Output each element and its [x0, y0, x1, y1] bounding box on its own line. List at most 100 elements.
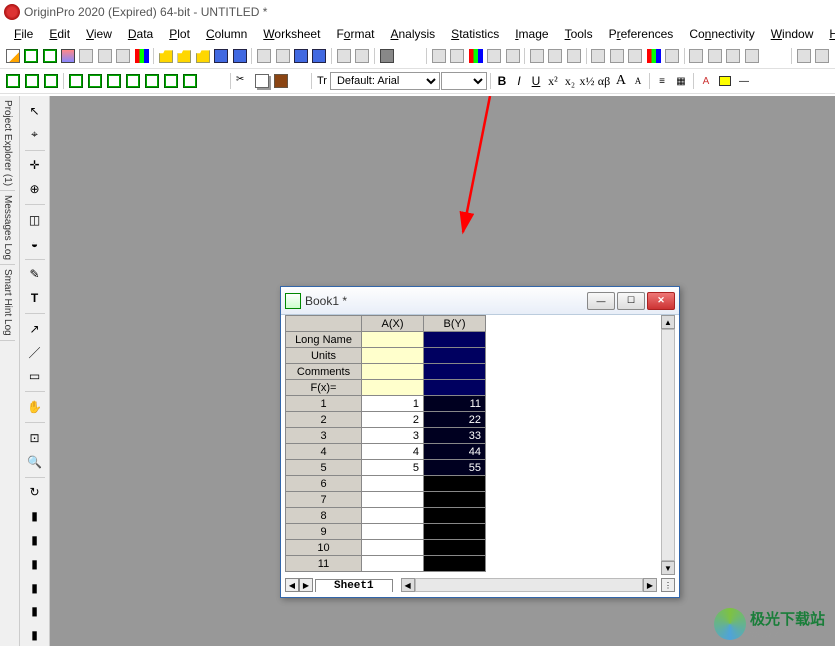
hscroll-left[interactable]: ◀ [401, 578, 415, 592]
print-button[interactable] [378, 47, 395, 65]
video-button[interactable] [504, 47, 521, 65]
suffix-btn-2[interactable] [814, 47, 831, 65]
sheet-tab[interactable]: Sheet1 [315, 579, 393, 592]
menu-tools[interactable]: Tools [557, 25, 601, 43]
misc-tool-1[interactable]: ▮ [24, 505, 46, 527]
row-head-9[interactable]: 9 [286, 524, 362, 540]
scroll-down-button[interactable]: ▼ [661, 561, 675, 575]
copy-button[interactable] [253, 72, 271, 90]
slide-button[interactable] [486, 47, 503, 65]
row-head-4[interactable]: 4 [286, 444, 362, 460]
window-button-1[interactable] [528, 47, 545, 65]
cell-b-2[interactable]: 22 [424, 412, 486, 428]
meta-a-3[interactable] [362, 380, 424, 396]
column-header-b[interactable]: B(Y) [424, 316, 486, 332]
sort-btn-4[interactable] [124, 72, 142, 90]
script-button[interactable] [608, 47, 625, 65]
cell-a-7[interactable] [362, 492, 424, 508]
cell-b-1[interactable]: 11 [424, 396, 486, 412]
rowcol-btn-1[interactable] [4, 72, 22, 90]
sort-asc-button[interactable] [67, 72, 85, 90]
rotate-tool[interactable]: ↻ [24, 482, 46, 504]
window-button-2[interactable] [547, 47, 564, 65]
horizontal-scrollbar[interactable]: ◀ ▶ [401, 578, 657, 592]
cell-a-1[interactable]: 1 [362, 396, 424, 412]
menu-connectivity[interactable]: Connectivity [681, 25, 762, 43]
menu-file[interactable]: File [6, 25, 41, 43]
recalc-button[interactable] [354, 47, 371, 65]
minimize-button[interactable]: — [587, 292, 615, 310]
align-btn-1[interactable]: ≡ [653, 72, 671, 90]
transfer-button[interactable] [706, 47, 723, 65]
menu-worksheet[interactable]: Worksheet [255, 25, 328, 43]
font-name-select[interactable]: Default: Arial [330, 72, 440, 90]
new-notes-button[interactable] [115, 47, 132, 65]
rowcol-btn-2[interactable] [23, 72, 41, 90]
menu-help[interactable]: Help [821, 25, 835, 43]
bold-button[interactable]: B [494, 73, 510, 89]
rescale-tool[interactable]: ⊡ [24, 427, 46, 449]
meta-a-0[interactable] [362, 332, 424, 348]
save-template-button[interactable] [231, 47, 248, 65]
import-wizard-button[interactable] [274, 47, 291, 65]
row-head-2[interactable]: 2 [286, 412, 362, 428]
scroll-up-button[interactable]: ▲ [661, 315, 675, 329]
meta-a-2[interactable] [362, 364, 424, 380]
underline-button[interactable]: U [528, 73, 544, 89]
subscript-button[interactable]: x₂ [562, 73, 578, 89]
sort-btn-7[interactable] [181, 72, 199, 90]
row-head-7[interactable]: 7 [286, 492, 362, 508]
messages-log-tab[interactable]: Messages Log [0, 191, 15, 265]
font-color-button[interactable]: A [697, 72, 715, 90]
mdi-workspace[interactable]: Book1 * — ☐ ✕ A(X)B(Y)Long NameUnitsComm… [50, 96, 835, 646]
open-excel-button[interactable] [194, 47, 211, 65]
workbook-titlebar[interactable]: Book1 * — ☐ ✕ [281, 287, 679, 315]
new-graph-button[interactable] [59, 47, 76, 65]
rect-tool[interactable]: ▭ [24, 366, 46, 388]
supersub-button[interactable]: x½ [579, 73, 595, 89]
mask-tool[interactable]: ◒ [24, 233, 46, 255]
menu-window[interactable]: Window [763, 25, 822, 43]
greek-button[interactable]: αβ [596, 73, 612, 89]
pointer-tool[interactable]: ↖ [24, 100, 46, 122]
new-color-button[interactable] [467, 47, 484, 65]
cell-a-8[interactable] [362, 508, 424, 524]
smart-hint-log-tab[interactable]: Smart Hint Log [0, 265, 15, 341]
cell-a-10[interactable] [362, 540, 424, 556]
meta-b-2[interactable] [424, 364, 486, 380]
window-button-3[interactable] [565, 47, 582, 65]
hscroll-track[interactable] [415, 578, 643, 592]
menu-statistics[interactable]: Statistics [443, 25, 507, 43]
new-fn-button[interactable] [133, 47, 150, 65]
cell-a-6[interactable] [362, 476, 424, 492]
suffix-btn-1[interactable] [795, 47, 812, 65]
line-color-button[interactable]: — [735, 72, 753, 90]
reimport-button[interactable] [311, 47, 328, 65]
rowcol-btn-3[interactable] [42, 72, 60, 90]
import-multi-button[interactable] [292, 47, 309, 65]
vertical-scrollbar[interactable]: ▲ ▼ [661, 315, 675, 575]
cell-b-4[interactable]: 44 [424, 444, 486, 460]
cell-a-11[interactable] [362, 556, 424, 572]
menu-plot[interactable]: Plot [161, 25, 198, 43]
menu-preferences[interactable]: Preferences [601, 25, 682, 43]
text-tool[interactable]: T [24, 287, 46, 309]
misc-tool-2[interactable]: ▮ [24, 529, 46, 551]
lock-button[interactable] [725, 47, 742, 65]
maximize-button[interactable]: ☐ [617, 292, 645, 310]
cell-a-2[interactable]: 2 [362, 412, 424, 428]
new-matrix-button[interactable] [78, 47, 95, 65]
new-project-button[interactable] [4, 47, 21, 65]
open-template-button[interactable] [176, 47, 193, 65]
row-head-6[interactable]: 6 [286, 476, 362, 492]
reader-tool[interactable]: ✛ [24, 155, 46, 177]
superscript-button[interactable]: x² [545, 73, 561, 89]
cell-b-10[interactable] [424, 540, 486, 556]
cell-b-7[interactable] [424, 492, 486, 508]
cell-b-11[interactable] [424, 556, 486, 572]
arrow-tool[interactable]: ↗ [24, 318, 46, 340]
misc-tool-4[interactable]: ▮ [24, 577, 46, 599]
meta-b-1[interactable] [424, 348, 486, 364]
data-reader-tool[interactable]: ⊕ [24, 178, 46, 200]
meta-b-3[interactable] [424, 380, 486, 396]
